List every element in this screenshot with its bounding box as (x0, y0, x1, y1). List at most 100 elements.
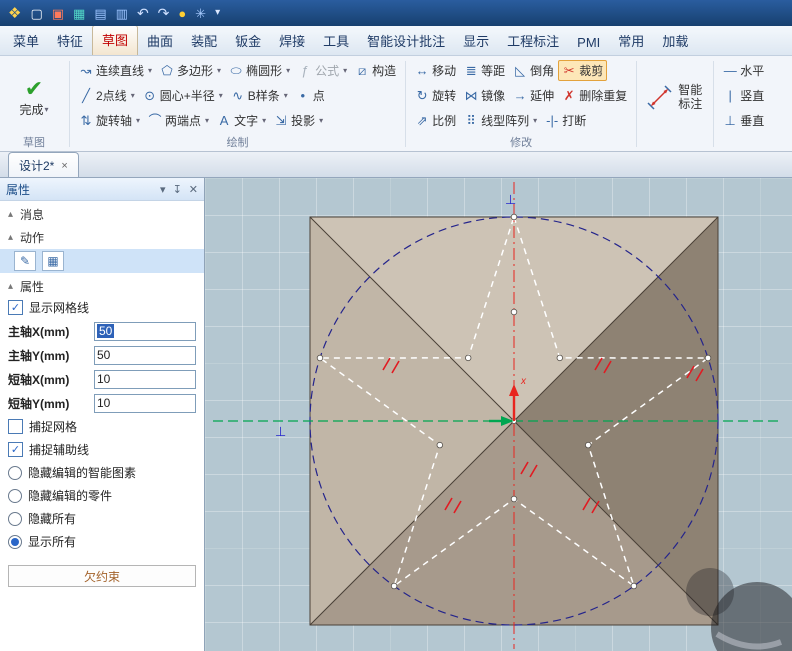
text-button[interactable]: A 文字 (213, 110, 270, 131)
bspline-button[interactable]: ∿ B样条 (227, 85, 292, 106)
section-properties[interactable]: 属性 (0, 277, 204, 296)
doc-tab-design2[interactable]: 设计2* × (8, 152, 79, 177)
menu-tab-surface[interactable]: 曲面 (138, 26, 182, 55)
doc-tab-close-icon[interactable]: × (61, 160, 67, 172)
trim-button[interactable]: ✂ 裁剪 (558, 60, 608, 81)
perpendicular-constraint-button[interactable]: ⊥ 垂直 (719, 107, 768, 134)
scale-button[interactable]: ⇗ 比例 (411, 110, 460, 131)
edit-grid-icon[interactable]: ▦ (42, 251, 64, 271)
vertical-icon: | (728, 88, 732, 103)
line-icon: ╱ (82, 88, 90, 103)
menu-tab-drafting[interactable]: 工程标注 (498, 26, 568, 55)
radio-icon[interactable] (8, 511, 22, 526)
menu-tab-smart-annotation[interactable]: 智能设计批注 (358, 26, 454, 55)
radio-hide-all[interactable]: 隐藏所有 (0, 507, 204, 530)
menu-tab-menu[interactable]: 菜单 (4, 26, 48, 55)
checkbox-snap-guides[interactable]: 捕捉辅助线 (0, 438, 204, 461)
major-axis-x-input[interactable]: 50 (94, 321, 196, 341)
sketch-canvas[interactable]: x ⊥ ⊥ (205, 178, 792, 651)
new-file-icon[interactable]: ▢ (30, 7, 42, 20)
menu-tab-sketch[interactable]: 草图 (92, 26, 139, 55)
circle-center-radius-button[interactable]: ⊙ 圆心+半径 (139, 85, 227, 106)
panel-collapse-icon[interactable]: ▾ (160, 183, 166, 196)
vertical-constraint-button[interactable]: | 竖直 (719, 82, 768, 109)
doc-tab-label: 设计2* (19, 159, 55, 173)
pattern-icon[interactable]: ✳ (195, 7, 206, 20)
extend-button[interactable]: → 延伸 (509, 85, 558, 106)
watermark (686, 568, 792, 651)
horizontal-icon: — (723, 63, 737, 78)
point-button[interactable]: • 点 (292, 85, 329, 106)
delete-icon: ✗ (563, 88, 575, 103)
point-icon: • (300, 88, 306, 103)
ribbon-separator (713, 61, 715, 147)
construction-button[interactable]: ⧄ 构造 (351, 60, 400, 81)
edit-sketch-icon[interactable]: ✎ (14, 251, 36, 271)
major-axis-y-input[interactable]: 50 (94, 345, 196, 365)
undo-icon[interactable]: ↶ (137, 6, 149, 20)
radio-icon[interactable] (8, 534, 22, 549)
properties-panel: 属性 ▾ ↧ ✕ 消息 动作 ✎ ▦ 属性 显示网格线 (0, 178, 205, 651)
app-logo-icon: ❖ (8, 4, 22, 22)
menu-tab-feature[interactable]: 特征 (48, 26, 92, 55)
radio-hide-smart-elements[interactable]: 隐藏编辑的智能图素 (0, 461, 204, 484)
open-file-icon[interactable]: ▣ (52, 7, 64, 20)
mirror-button[interactable]: ⋈ 镜像 (460, 85, 509, 106)
radio-icon[interactable] (8, 465, 22, 480)
theme-icon[interactable]: ● (178, 7, 186, 20)
import-icon[interactable]: ▦ (73, 7, 85, 20)
ribbon: ✔ 完成 草图 ↝ 连续直线 ⬠ 多边形 ⬭ 椭圆形 (0, 56, 792, 152)
rotation-axis-button[interactable]: ⇅ 旋转轴 (75, 110, 144, 131)
save-all-icon[interactable]: ▥ (116, 7, 128, 20)
horizontal-constraint-button[interactable]: — 水平 (719, 57, 768, 84)
formula-button[interactable]: ƒ 公式 (294, 60, 351, 81)
toolbar-arrow-icon[interactable]: ▾ (215, 8, 220, 18)
menu-tab-tools[interactable]: 工具 (314, 26, 358, 55)
checkbox-icon[interactable] (8, 442, 23, 457)
minor-axis-y-input[interactable]: 10 (94, 393, 196, 413)
menu-tab-load[interactable]: 加载 (653, 26, 697, 55)
checkbox-show-gridlines[interactable]: 显示网格线 (0, 296, 204, 319)
radio-hide-edited-parts[interactable]: 隐藏编辑的零件 (0, 484, 204, 507)
app-window: ❖ ▢ ▣ ▦ ▤ ▥ ↶ ↷ ● ✳ ▾ 菜单 特征 草图 曲面 装配 钣金 … (0, 0, 792, 651)
pattern-grid-icon: ⠿ (466, 113, 476, 128)
checkbox-icon[interactable] (8, 419, 23, 434)
ellipse-button[interactable]: ⬭ 椭圆形 (225, 60, 294, 81)
section-action[interactable]: 动作 (0, 228, 204, 247)
move-button[interactable]: ↔ 移动 (411, 60, 460, 81)
polygon-button[interactable]: ⬠ 多边形 (156, 60, 225, 81)
menu-tab-weld[interactable]: 焊接 (270, 26, 314, 55)
menu-tab-assembly[interactable]: 装配 (182, 26, 226, 55)
checkbox-icon[interactable] (8, 300, 23, 315)
offset-button[interactable]: ≣ 等距 (460, 60, 509, 81)
checkbox-snap-grid[interactable]: 捕捉网格 (0, 415, 204, 438)
section-message[interactable]: 消息 (0, 205, 204, 224)
redo-icon[interactable]: ↷ (158, 6, 170, 20)
finish-sketch-button[interactable]: ✔ 完成 (15, 75, 52, 120)
minor-axis-x-input[interactable]: 10 (94, 369, 196, 389)
menu-tab-sheetmetal[interactable]: 钣金 (226, 26, 270, 55)
break-button[interactable]: -|- 打断 (541, 110, 590, 131)
rotate-button[interactable]: ↻ 旋转 (411, 85, 460, 106)
continuous-line-button[interactable]: ↝ 连续直线 (75, 60, 156, 81)
ribbon-separator (636, 61, 638, 147)
sketch-drawing[interactable]: x ⊥ ⊥ (205, 178, 792, 651)
projection-button[interactable]: ⇲ 投影 (270, 110, 327, 131)
arc-icon: ⌒ (148, 113, 162, 128)
two-endpoints-button[interactable]: ⌒ 两端点 (144, 110, 213, 131)
chamfer-button[interactable]: ◺ 倒角 (509, 60, 558, 81)
panel-pin-icon[interactable]: ↧ (173, 183, 182, 196)
delete-duplicates-button[interactable]: ✗ 删除重复 (558, 85, 631, 106)
two-point-line-button[interactable]: ╱ 2点线 (75, 85, 139, 106)
polyline-icon: ↝ (80, 63, 92, 78)
save-icon[interactable]: ▤ (94, 7, 106, 20)
radio-icon[interactable] (8, 488, 22, 503)
menu-tab-pmi[interactable]: PMI (568, 30, 609, 55)
smart-dimension-button[interactable]: 智能标注 (642, 77, 708, 117)
circle-icon: ⊙ (144, 88, 156, 103)
panel-close-icon[interactable]: ✕ (189, 183, 198, 196)
radio-show-all[interactable]: 显示所有 (0, 530, 204, 553)
menu-tab-common[interactable]: 常用 (609, 26, 653, 55)
linear-pattern-button[interactable]: ⠿ 线型阵列 (460, 110, 541, 131)
menu-tab-display[interactable]: 显示 (454, 26, 498, 55)
